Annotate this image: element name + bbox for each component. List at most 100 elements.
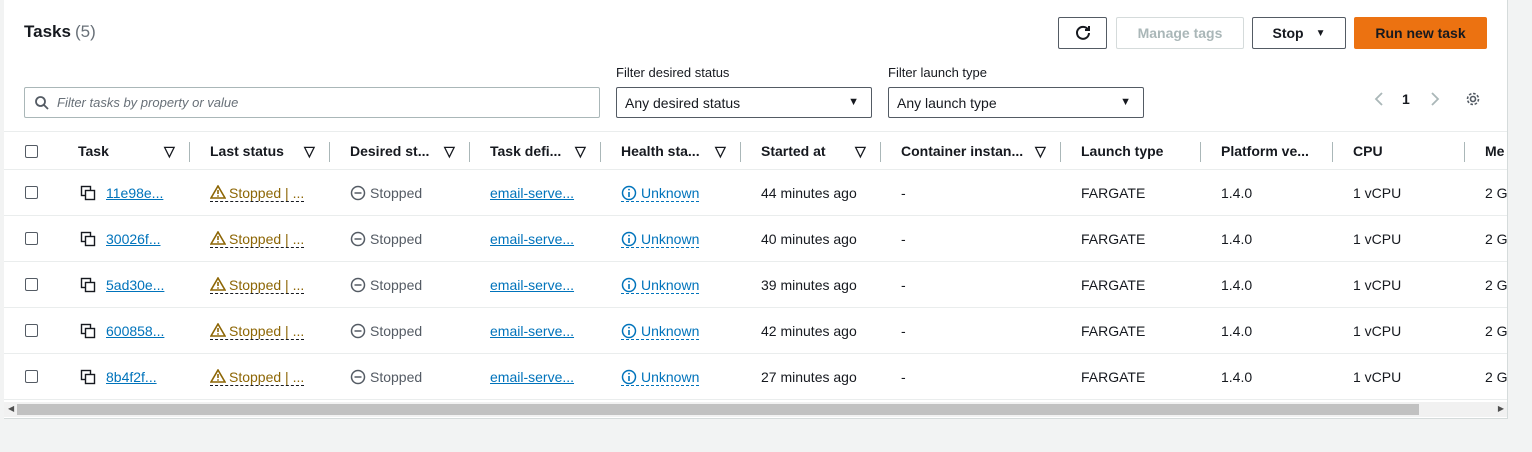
run-new-task-button[interactable]: Run new task [1354, 17, 1487, 49]
manage-tags-button[interactable]: Manage tags [1116, 17, 1244, 49]
row-checkbox[interactable] [25, 278, 38, 291]
desired-status-text: Stopped [370, 277, 423, 293]
last-status-cell: Stopped | ... [210, 354, 320, 400]
next-page-button[interactable] [1430, 88, 1440, 110]
memory-cell: 2 G [1485, 369, 1508, 385]
launch-type-cell: FARGATE [1081, 231, 1146, 247]
col-task-definition[interactable]: Task defi... [490, 132, 561, 170]
task-id-link[interactable]: 600858... [106, 323, 164, 339]
filter-launch-type-select[interactable]: Any launch type ▼ [888, 87, 1144, 118]
refresh-button[interactable] [1058, 17, 1107, 49]
row-checkbox[interactable] [25, 186, 38, 199]
column-divider [469, 142, 470, 162]
task-id-link[interactable]: 8b4f2f... [106, 369, 157, 385]
search-box[interactable] [24, 87, 600, 118]
task-cell: 30026f... [80, 216, 180, 262]
copy-icon[interactable] [80, 369, 96, 385]
col-started-at[interactable]: Started at [761, 132, 826, 170]
health-status-popover[interactable]: Unknown [621, 185, 700, 202]
task-id-link[interactable]: 5ad30e... [106, 277, 164, 293]
stopped-icon [350, 369, 366, 385]
task-definition-link[interactable]: email-serve... [490, 369, 574, 385]
platform-version-cell: 1.4.0 [1221, 277, 1253, 293]
last-status-popover[interactable]: Stopped | ... [210, 321, 305, 340]
page-number[interactable]: 1 [1402, 91, 1410, 107]
col-desired-status[interactable]: Desired st... [350, 132, 429, 170]
column-divider [740, 142, 741, 162]
scroll-left-icon[interactable]: ◀ [8, 404, 14, 413]
task-cell: 600858... [80, 308, 180, 354]
col-container-instance[interactable]: Container instan... [901, 132, 1023, 170]
desired-status-text: Stopped [370, 323, 423, 339]
preferences-button[interactable] [1465, 88, 1481, 110]
col-cpu[interactable]: CPU [1353, 132, 1383, 170]
task-id-link[interactable]: 30026f... [106, 231, 161, 247]
row-checkbox[interactable] [25, 370, 38, 383]
task-cell: 11e98e... [80, 170, 180, 216]
row-checkbox[interactable] [25, 324, 38, 337]
health-status-text: Unknown [641, 230, 700, 247]
scroll-right-icon[interactable]: ▶ [1498, 404, 1504, 413]
stopped-icon [350, 185, 366, 201]
caret-down-icon: ▼ [848, 96, 859, 108]
col-task[interactable]: Task [78, 132, 109, 170]
sort-icon[interactable]: ▽ [575, 132, 586, 170]
last-status-text: Stopped | ... [229, 184, 305, 201]
caret-down-icon: ▼ [1315, 27, 1326, 39]
stop-label: Stop [1272, 25, 1304, 41]
tasks-panel: Tasks (5) Manage tags Stop ▼ Run new task … [4, 0, 1508, 419]
row-checkbox[interactable] [25, 232, 38, 245]
sort-icon[interactable]: ▽ [715, 132, 726, 170]
memory-cell: 2 G [1485, 231, 1508, 247]
filter-desired-status-select[interactable]: Any desired status ▼ [616, 87, 872, 118]
last-status-popover[interactable]: Stopped | ... [210, 183, 305, 202]
scrollbar-thumb[interactable] [17, 404, 1419, 415]
col-launch-type[interactable]: Launch type [1081, 132, 1163, 170]
health-status-popover[interactable]: Unknown [621, 368, 700, 386]
task-definition-link[interactable]: email-serve... [490, 231, 574, 247]
horizontal-scrollbar[interactable]: ◀ ▶ [4, 402, 1507, 417]
started-at-cell: 44 minutes ago [761, 185, 857, 201]
cpu-cell: 1 vCPU [1353, 231, 1402, 247]
health-status-popover[interactable]: Unknown [621, 277, 700, 294]
health-status-text: Unknown [641, 368, 700, 385]
sort-icon[interactable]: ▽ [855, 132, 866, 170]
last-status-popover[interactable]: Stopped | ... [210, 229, 305, 248]
col-last-status[interactable]: Last status [210, 132, 284, 170]
last-status-popover[interactable]: Stopped | ... [210, 367, 305, 386]
col-health-status[interactable]: Health sta... [621, 132, 700, 170]
stopped-icon [350, 323, 366, 339]
col-platform-version[interactable]: Platform ve... [1221, 132, 1309, 170]
copy-icon[interactable] [80, 277, 96, 293]
sort-icon[interactable]: ▽ [444, 132, 455, 170]
task-definition-cell: email-serve... [490, 308, 590, 354]
health-status-popover[interactable]: Unknown [621, 323, 700, 340]
desired-status-cell: Stopped [350, 354, 460, 400]
column-divider [1332, 142, 1333, 162]
sort-icon[interactable]: ▽ [1035, 132, 1046, 170]
copy-icon[interactable] [80, 231, 96, 247]
table-row: 30026f... Stopped | ... Stopped email-se… [4, 216, 1508, 262]
sort-icon[interactable]: ▽ [164, 132, 175, 170]
copy-icon[interactable] [80, 185, 96, 201]
sort-icon[interactable]: ▽ [304, 132, 315, 170]
search-input[interactable] [57, 95, 577, 110]
task-definition-link[interactable]: email-serve... [490, 277, 574, 293]
desired-status-value: Any desired status [625, 94, 741, 111]
column-divider [329, 142, 330, 162]
task-definition-link[interactable]: email-serve... [490, 323, 574, 339]
container-instance-cell: - [901, 185, 906, 201]
last-status-popover[interactable]: Stopped | ... [210, 275, 305, 294]
select-all-checkbox[interactable] [25, 145, 38, 158]
copy-icon[interactable] [80, 323, 96, 339]
last-status-text: Stopped | ... [229, 322, 305, 339]
column-divider [1464, 142, 1465, 162]
last-status-cell: Stopped | ... [210, 170, 320, 216]
table-row: 8b4f2f... Stopped | ... Stopped email-se… [4, 354, 1508, 400]
prev-page-button[interactable] [1374, 88, 1384, 110]
task-id-link[interactable]: 11e98e... [106, 185, 163, 201]
col-memory[interactable]: Me [1485, 132, 1504, 170]
task-definition-link[interactable]: email-serve... [490, 185, 574, 201]
stop-dropdown-button[interactable]: Stop ▼ [1252, 17, 1346, 49]
health-status-popover[interactable]: Unknown [621, 230, 700, 248]
